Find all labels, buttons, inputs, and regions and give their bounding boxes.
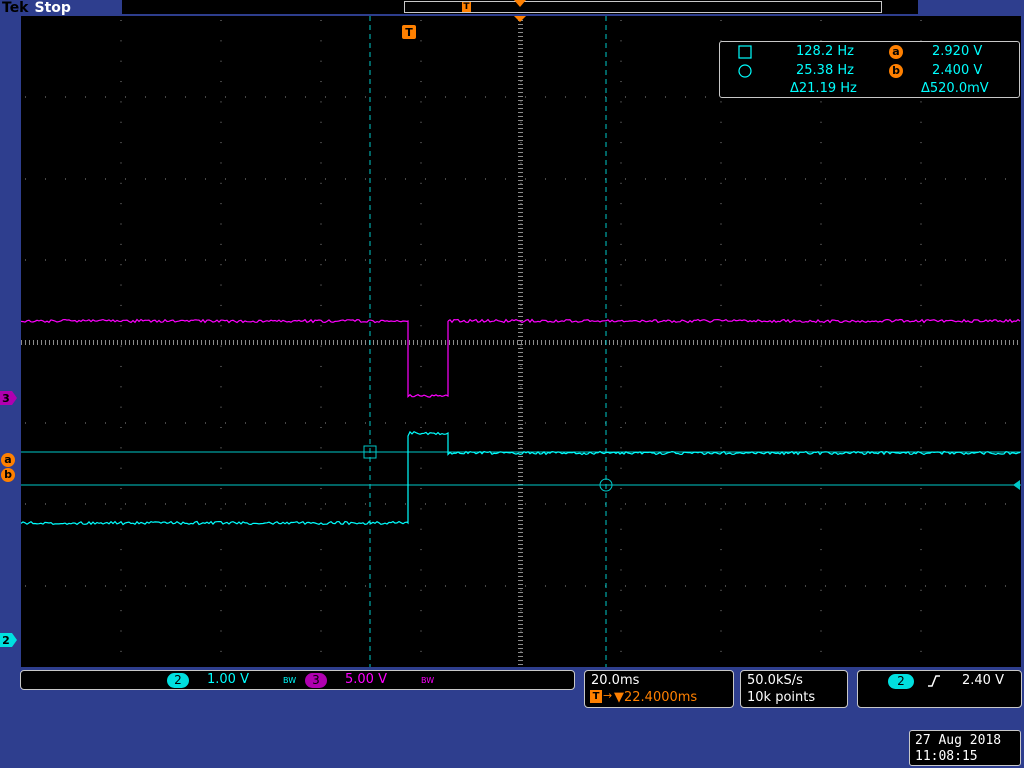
ch2-badge[interactable]: 2: [167, 673, 189, 688]
acquisition-state: Stop: [35, 0, 71, 16]
delta-voltage: Δ520.0mV: [921, 81, 989, 96]
ch2-waveform: [21, 432, 1020, 525]
cursor-b-value: 2.400 V: [932, 63, 982, 78]
sample-rate: 50.0kS/s: [747, 673, 803, 688]
record-view-bracket: [404, 1, 882, 13]
trigger-position-value[interactable]: ▼22.4000ms: [614, 690, 697, 705]
ch2-scale[interactable]: 1.00 V: [207, 672, 249, 687]
top-status-bar: Tek Stop T: [0, 0, 1024, 16]
trigger-level[interactable]: 2.40 V: [962, 673, 1004, 688]
timebase-scale[interactable]: 20.0ms: [591, 673, 639, 688]
trigger-position-label: T: [405, 26, 413, 39]
cursor-1-square-icon: [738, 45, 752, 59]
cursor-a-value: 2.920 V: [932, 44, 982, 59]
trigger-box[interactable]: 2 2.40 V: [857, 670, 1022, 708]
cursor-b-icon: b: [889, 64, 903, 78]
svg-text:3: 3: [2, 392, 10, 405]
delta-frequency: Δ21.19 Hz: [790, 81, 857, 96]
ch2-bandwidth-limit-icon: BW: [283, 676, 296, 685]
expansion-point-icon: [514, 16, 526, 22]
trigger-position-icon: T: [590, 690, 602, 703]
date: 27 Aug 2018: [915, 733, 1001, 748]
cursor-a-side-marker: a: [1, 453, 15, 467]
channel-scale-bar[interactable]: 2 1.00 V BW 3 5.00 V BW: [20, 670, 575, 690]
cursor-b-side-marker: b: [1, 468, 15, 482]
record-overview: T: [122, 0, 918, 14]
cursor-b-right-arrow-icon: [1013, 480, 1020, 490]
ch3-ground-marker[interactable]: 3: [0, 391, 18, 406]
trigger-arrow-icon: →: [603, 689, 612, 702]
waveform-display[interactable]: T 128.2 Hz a 2.920 V 25.38 Hz b 2.400 V …: [21, 16, 1021, 667]
ch3-waveform: [21, 320, 1020, 398]
cursor-readout-panel: 128.2 Hz a 2.920 V 25.38 Hz b 2.400 V Δ2…: [719, 41, 1020, 98]
datetime-box: 27 Aug 2018 11:08:15: [909, 730, 1021, 766]
overview-expansion-point-icon: [514, 0, 526, 8]
record-length: 10k points: [747, 690, 815, 705]
rising-edge-icon: [927, 674, 941, 688]
timebase-box[interactable]: 20.0ms T → ▼22.4000ms: [584, 670, 734, 708]
ch3-bandwidth-limit-icon: BW: [421, 676, 434, 685]
grid-center-axes: [21, 16, 1021, 667]
time: 11:08:15: [915, 749, 978, 764]
ch3-scale[interactable]: 5.00 V: [345, 672, 387, 687]
brand-area: Tek Stop: [0, 0, 73, 16]
brand-logo: Tek: [2, 0, 29, 16]
svg-text:2: 2: [2, 634, 10, 647]
grid-dots: [25, 20, 1006, 652]
graticule: T: [21, 16, 1021, 667]
acquisition-box[interactable]: 50.0kS/s 10k points: [740, 670, 848, 708]
cursor-1-frequency: 128.2 Hz: [796, 44, 854, 59]
cursor-2-circle-icon: [738, 64, 752, 78]
trigger-source-badge[interactable]: 2: [888, 674, 914, 689]
ch2-ground-marker[interactable]: 2: [0, 633, 18, 648]
ch3-badge[interactable]: 3: [305, 673, 327, 688]
cursor-2-frequency: 25.38 Hz: [796, 63, 854, 78]
overview-trigger-marker: T: [462, 2, 471, 12]
cursor-a-icon: a: [889, 45, 903, 59]
